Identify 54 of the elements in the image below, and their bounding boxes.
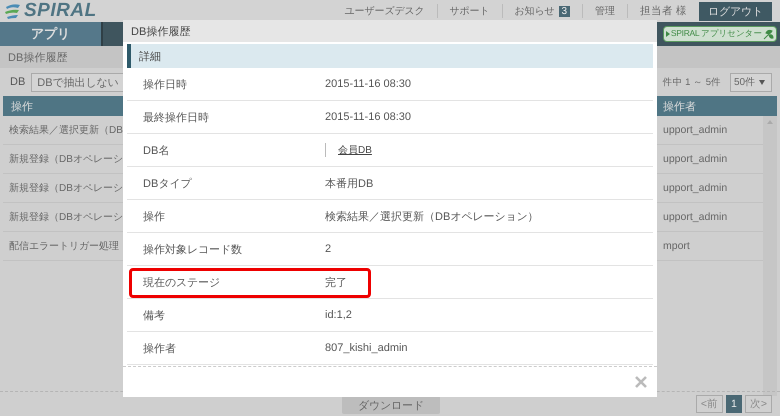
logo-icon — [4, 3, 22, 19]
table-cell-text: mport — [663, 240, 691, 252]
field-value: 2 — [325, 243, 332, 255]
logo-text: SPIRAL — [24, 0, 97, 22]
page-button[interactable]: 1 — [726, 395, 742, 413]
field-label: 備考 — [142, 308, 166, 322]
dropdown-arrow-icon — [759, 80, 766, 84]
leaf-icon — [763, 28, 774, 40]
scrollbar[interactable] — [763, 116, 777, 396]
download-button[interactable]: ダウンロード — [342, 396, 440, 414]
field-label: DBタイプ — [142, 176, 193, 190]
close-icon[interactable] — [635, 376, 647, 388]
field-link[interactable]: 会員DB — [325, 143, 384, 157]
header-link[interactable]: サポート — [436, 4, 502, 18]
db-label: DB — [10, 76, 26, 88]
page-button[interactable]: 次> — [744, 395, 772, 413]
field-value: 2015-11-16 08:30 — [325, 78, 412, 90]
field-value: id:1,2 — [325, 309, 352, 321]
field-label: 現在のステージ — [142, 276, 221, 290]
field-label: 最終操作日時 — [142, 110, 210, 124]
column-header: 操作者 — [663, 100, 697, 114]
per-page-select[interactable]: 50件 — [730, 72, 772, 92]
page-button[interactable]: <前 — [696, 395, 724, 413]
dialog-title: DB操作履歴 — [131, 24, 190, 38]
field-label: DB名 — [142, 144, 170, 158]
table-cell-text: upport_admin — [663, 124, 728, 136]
table-cell-text: 新規登録（DBオペレーシ — [8, 182, 123, 195]
table-cell-text: upport_admin — [663, 153, 728, 165]
field-value: 本番用DB — [325, 176, 374, 190]
notification-count: 3 — [558, 6, 570, 16]
table-cell-text: 検索結果／選択更新（DB — [8, 124, 123, 137]
play-arrow-icon — [666, 31, 670, 37]
section-heading: 詳細 — [139, 50, 161, 64]
field-label: 操作 — [142, 210, 166, 224]
app-center-button[interactable]: SPIRAL アプリセンター — [662, 26, 777, 42]
table-cell-text: 新規登録（DBオペレーシ — [8, 152, 123, 166]
field-label: 操作対象レコード数 — [142, 242, 243, 256]
header-link[interactable]: お知らせ 3 — [502, 4, 582, 18]
header-link[interactable]: 管理 — [582, 4, 628, 18]
field-value: 検索結果／選択更新（DBオペレーション） — [325, 210, 538, 224]
table-cell-text: 新規登録（DBオペレーシ — [8, 210, 123, 224]
field-label: 操作者 — [142, 342, 177, 356]
logout-button[interactable]: ログアウト — [699, 2, 772, 20]
header-link[interactable]: ユーザーズデスク — [332, 4, 437, 18]
field-value: 807_kishi_admin — [325, 342, 408, 354]
table-cell-text: 配信エラートリガー処理 — [8, 240, 119, 253]
nav-tab[interactable]: アプリ — [0, 22, 103, 46]
table-cell-text: upport_admin — [663, 182, 728, 194]
record-count: 件中 1 ～ 5件 — [662, 76, 721, 88]
table-cell-text: upport_admin — [663, 211, 728, 223]
field-value: 完了 — [325, 276, 347, 290]
breadcrumb: DB操作履歴 — [8, 50, 68, 64]
column-header: 操作 — [10, 100, 33, 114]
field-value: 2015-11-16 08:30 — [325, 111, 412, 123]
